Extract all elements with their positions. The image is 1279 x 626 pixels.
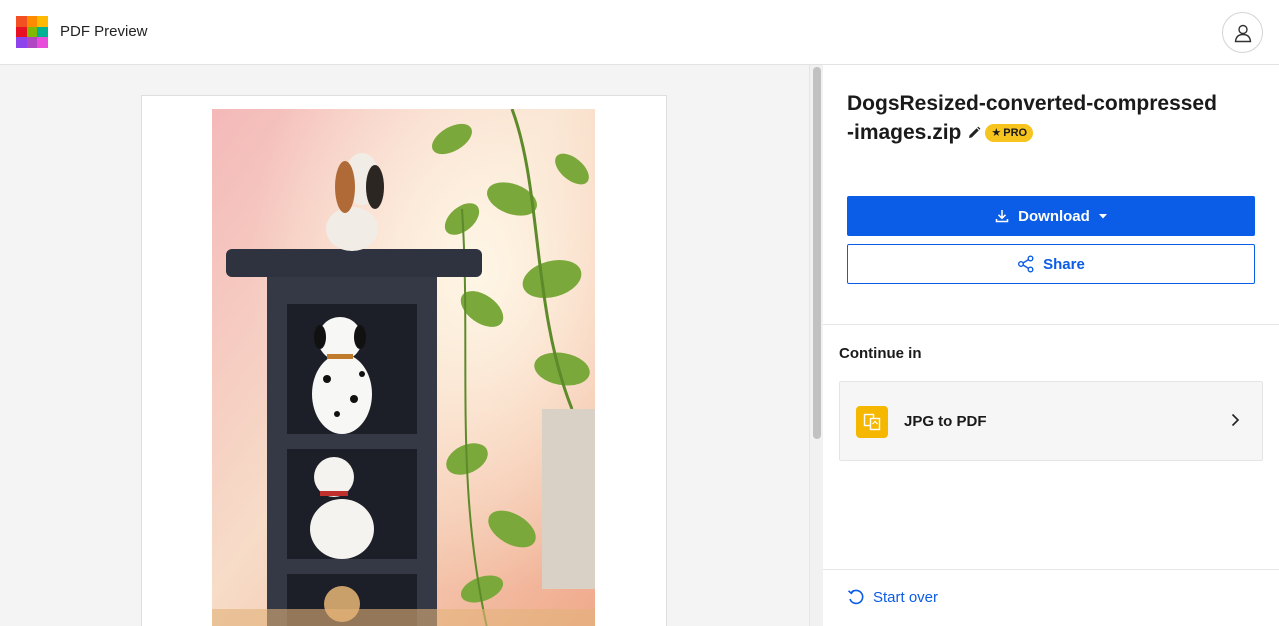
tool-label: JPG to PDF bbox=[904, 413, 987, 430]
user-icon bbox=[1234, 24, 1251, 42]
divider bbox=[823, 569, 1279, 570]
logo-tile bbox=[16, 37, 27, 48]
scrollbar-thumb[interactable] bbox=[813, 67, 821, 439]
file-name-heading: DogsResized-converted-compressed-images.… bbox=[847, 89, 1217, 148]
tool-card-jpg-to-pdf[interactable]: JPG to PDF bbox=[839, 381, 1263, 461]
star-icon: ★ bbox=[991, 127, 1002, 140]
start-over-label: Start over bbox=[873, 588, 939, 606]
logo-tile bbox=[26, 16, 38, 27]
divider bbox=[823, 324, 1279, 325]
top-bar: PDF Preview bbox=[0, 0, 1279, 65]
caret-down-icon bbox=[1098, 214, 1107, 219]
share-label: Share bbox=[1043, 255, 1085, 273]
pro-badge-label: PRO bbox=[1003, 127, 1028, 140]
download-icon bbox=[995, 210, 1009, 223]
continue-heading: Continue in bbox=[839, 345, 922, 362]
share-button[interactable]: Share bbox=[847, 244, 1255, 284]
start-over-link[interactable]: Start over bbox=[847, 588, 938, 606]
logo-tile bbox=[37, 16, 48, 27]
pro-badge: ★ PRO bbox=[985, 124, 1034, 143]
logo-tile bbox=[26, 26, 38, 38]
chevron-right-icon bbox=[1231, 413, 1240, 427]
logo-tile bbox=[37, 26, 48, 38]
app-logo[interactable] bbox=[16, 16, 48, 48]
pdf-page bbox=[141, 95, 667, 626]
download-button[interactable]: Download bbox=[847, 196, 1255, 236]
logo-tile bbox=[26, 37, 38, 48]
pencil-icon[interactable] bbox=[967, 119, 981, 148]
refresh-icon bbox=[847, 589, 864, 605]
dogs-on-shelf-photo bbox=[212, 109, 595, 626]
pdf-viewer[interactable] bbox=[0, 65, 809, 626]
jpg-to-pdf-icon bbox=[856, 406, 888, 438]
download-label: Download bbox=[1018, 207, 1090, 225]
logo-tile bbox=[16, 26, 27, 38]
account-button[interactable] bbox=[1222, 12, 1263, 53]
viewer-scrollbar[interactable] bbox=[809, 65, 823, 626]
logo-tile bbox=[16, 16, 27, 27]
app-title: PDF Preview bbox=[60, 23, 148, 40]
side-panel: DogsResized-converted-compressed-images.… bbox=[823, 65, 1279, 626]
share-icon bbox=[1018, 255, 1034, 273]
logo-tile bbox=[37, 37, 48, 48]
